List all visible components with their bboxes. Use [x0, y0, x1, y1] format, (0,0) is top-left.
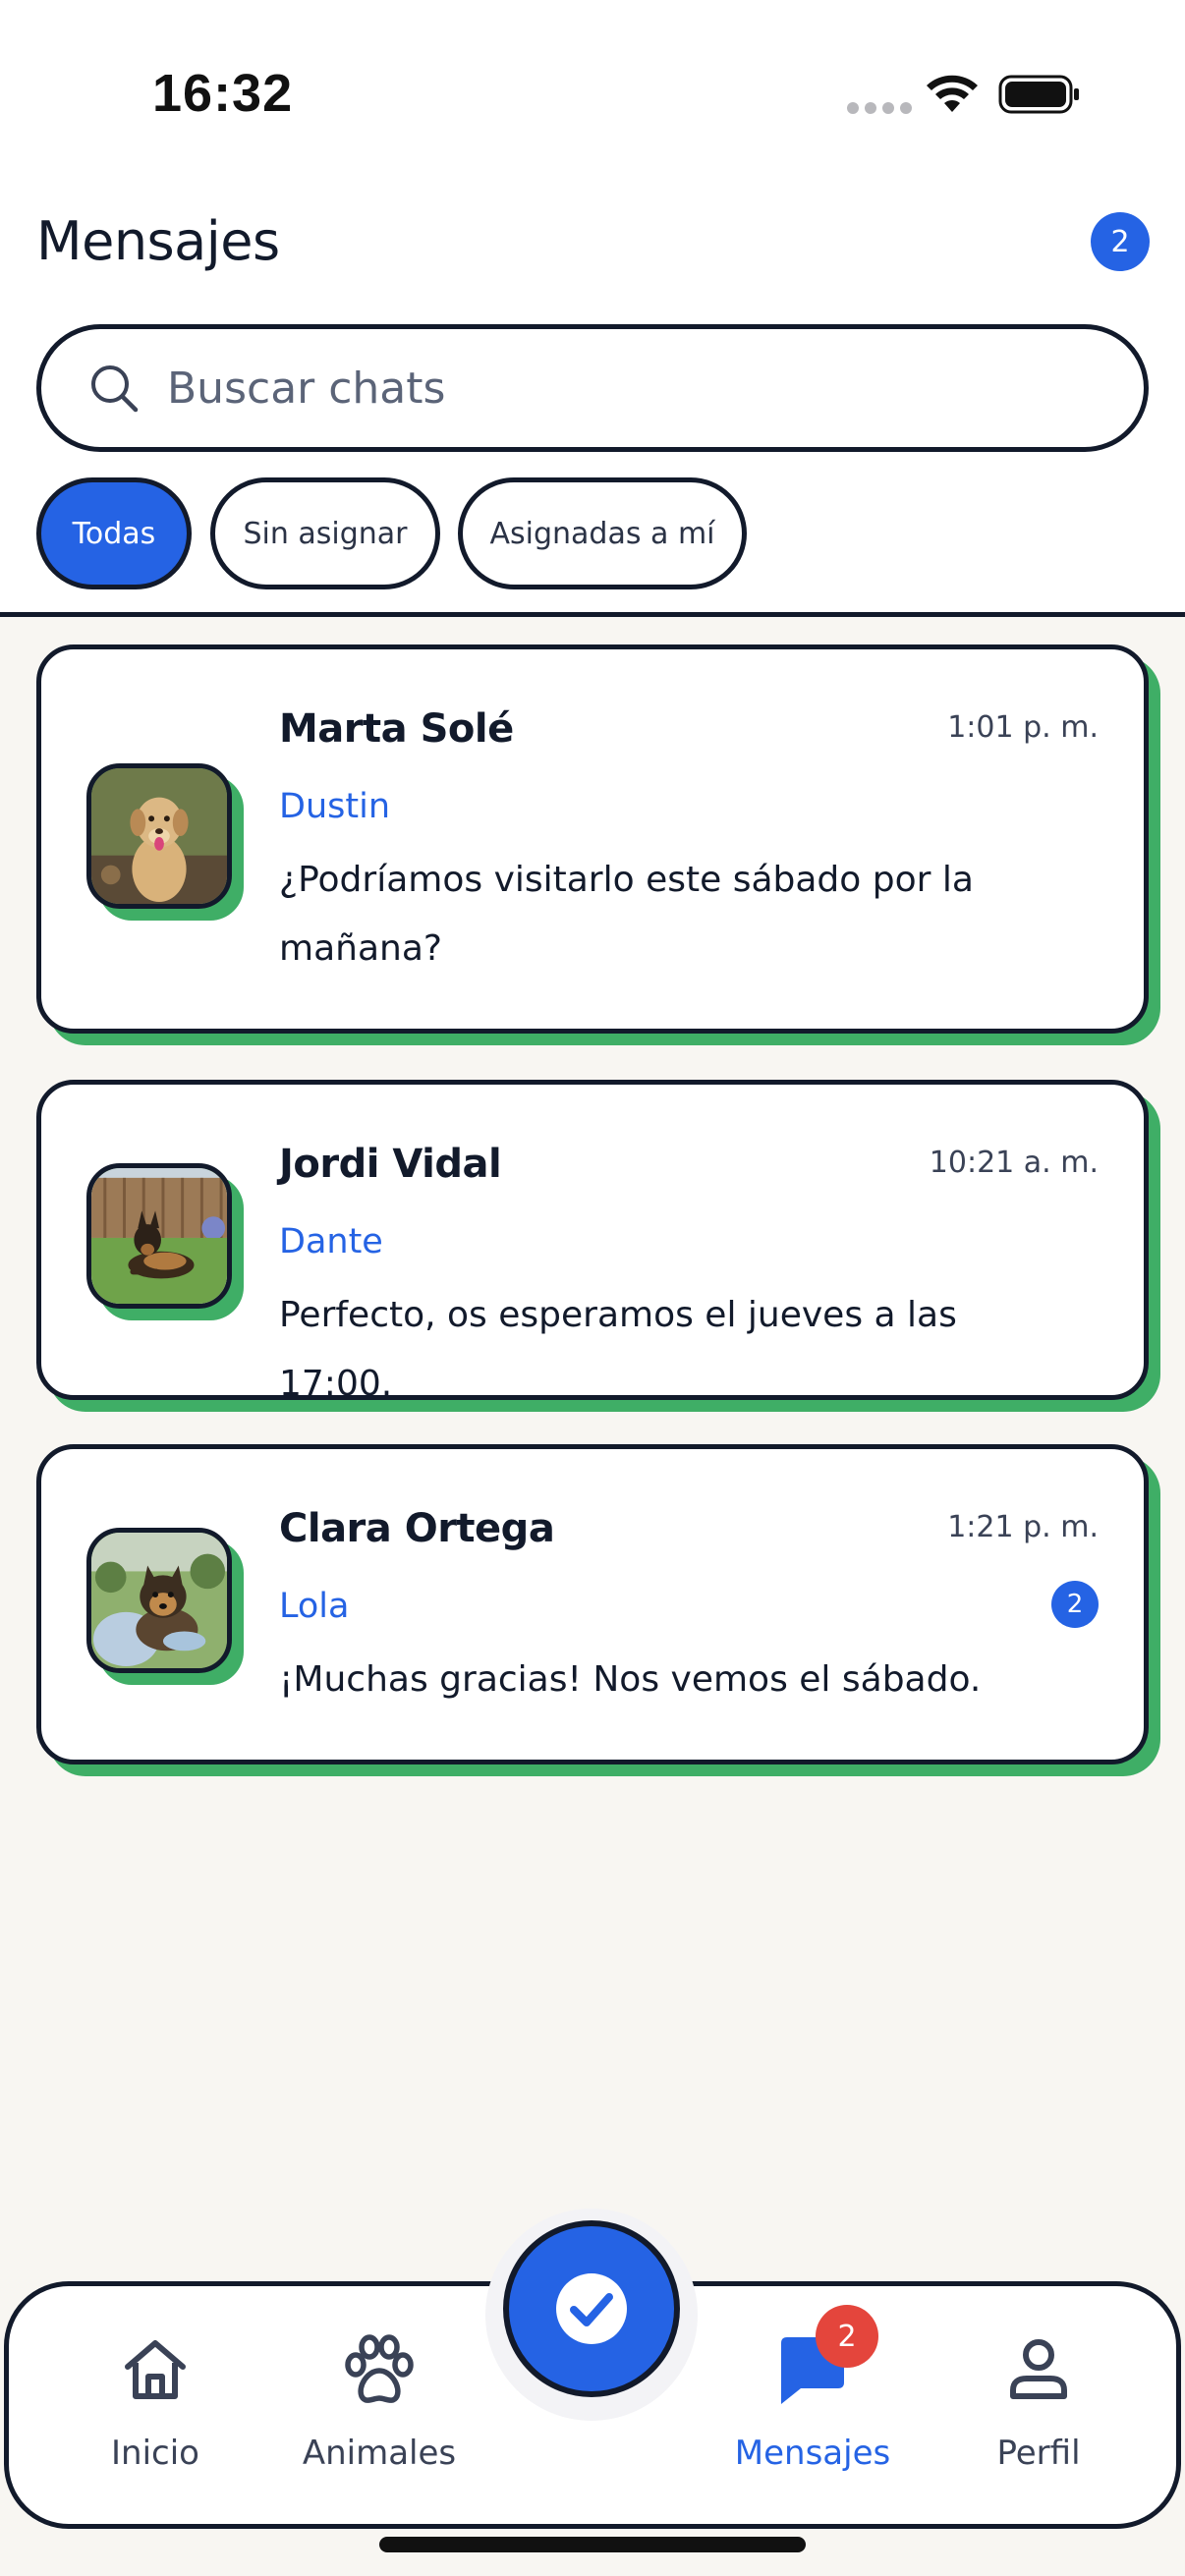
paw-icon [345, 2334, 414, 2403]
contact-name: Clara Ortega [279, 1506, 555, 1551]
filter-chip-todas[interactable]: Todas [36, 477, 192, 589]
unread-count-badge: 2 [1091, 212, 1150, 271]
conversation-card[interactable]: Jordi Vidal 10:21 a. m. Dante Perfecto, … [36, 1080, 1160, 1412]
avatar-wrap [86, 1528, 244, 1685]
conversation-card-body: Clara Ortega 1:21 p. m. Lola 2 ¡Muchas g… [36, 1444, 1149, 1764]
conversation-card-body: Jordi Vidal 10:21 a. m. Dante Perfecto, … [36, 1080, 1149, 1404]
filter-chip-label: Todas [72, 516, 156, 551]
home-indicator [379, 2537, 806, 2552]
fab-button[interactable] [503, 2220, 680, 2397]
nav-label: Animales [302, 2434, 457, 2473]
avatar [86, 763, 232, 909]
header-divider [0, 612, 1185, 617]
avatar [86, 1163, 232, 1309]
contact-name: Jordi Vidal [279, 1142, 502, 1187]
dog-photo-icon [91, 1533, 227, 1668]
status-time: 16:32 [152, 64, 294, 123]
search-bar[interactable] [36, 324, 1149, 452]
nav-item-inicio[interactable]: Inicio [57, 2286, 254, 2524]
filter-chip-sin-asignar[interactable]: Sin asignar [210, 477, 440, 589]
check-icon [556, 2273, 627, 2344]
filter-chip-label: Sin asignar [243, 516, 408, 551]
message-preview: Perfecto, os esperamos el jueves a las 1… [279, 1295, 957, 1404]
filter-chip-label: Asignadas a mí [489, 516, 715, 551]
message-preview: ¡Muchas gracias! Nos vemos el sábado. [279, 1659, 982, 1700]
nav-label: Perfil [996, 2434, 1081, 2473]
user-icon [1010, 2339, 1067, 2399]
conversation-card[interactable]: Marta Solé 1:01 p. m. Dustin ¿Podríamos … [36, 644, 1160, 1045]
avatar-wrap [86, 763, 244, 921]
avatar [86, 1528, 232, 1673]
conversation-card[interactable]: Clara Ortega 1:21 p. m. Lola 2 ¡Muchas g… [36, 1444, 1160, 1776]
battery-icon [998, 75, 1079, 114]
status-bar: 16:32 [0, 0, 1185, 187]
contact-name: Marta Solé [279, 706, 514, 752]
nav-item-animales[interactable]: Animales [281, 2286, 478, 2524]
avatar-wrap [86, 1163, 244, 1320]
nav-item-mensajes[interactable]: Mensajes [714, 2286, 911, 2524]
dog-photo-icon [91, 1168, 227, 1304]
nav-label: Inicio [111, 2434, 199, 2473]
nav-item-perfil[interactable]: Perfil [940, 2286, 1137, 2524]
message-time: 10:21 a. m. [929, 1146, 1099, 1180]
wifi-icon [927, 75, 978, 112]
page-title: Mensajes [36, 210, 280, 272]
pet-name: Dustin [279, 787, 390, 826]
message-time: 1:01 p. m. [947, 710, 1099, 745]
message-preview: ¿Podríamos visitarlo este sábado por la … [279, 860, 974, 969]
home-icon [125, 2340, 186, 2399]
dog-photo-icon [91, 768, 227, 904]
conversation-card-body: Marta Solé 1:01 p. m. Dustin ¿Podríamos … [36, 644, 1149, 1034]
pet-name: Lola [279, 1587, 350, 1626]
filter-chip-asignadas[interactable]: Asignadas a mí [458, 477, 747, 589]
nav-unread-badge: 2 [816, 2305, 878, 2368]
pet-name: Dante [279, 1222, 383, 1261]
search-icon [91, 365, 139, 413]
unread-badge: 2 [1051, 1581, 1099, 1628]
search-input[interactable] [167, 351, 1051, 425]
cellular-signal-icon [847, 102, 912, 114]
nav-label: Mensajes [734, 2434, 891, 2473]
message-time: 1:21 p. m. [947, 1510, 1099, 1544]
